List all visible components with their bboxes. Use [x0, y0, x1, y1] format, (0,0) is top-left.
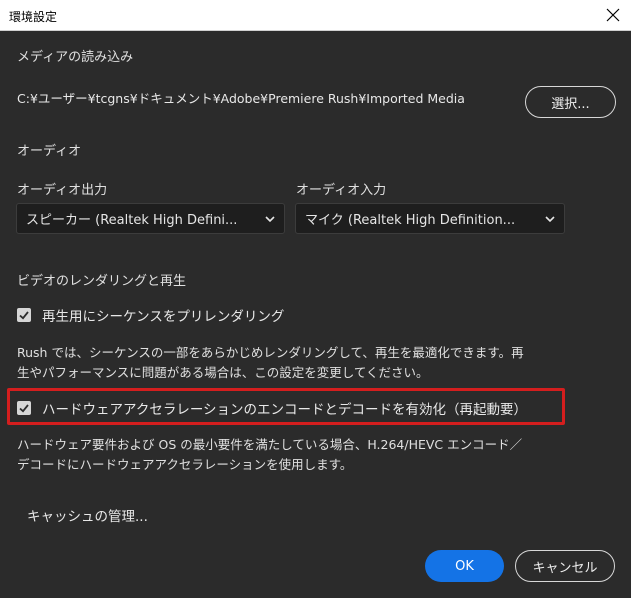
- audio-input-value: マイク (Realtek High Definition...: [305, 213, 516, 228]
- audio-output-value: スピーカー (Realtek High Defini...: [26, 213, 238, 228]
- checkmark-icon: [19, 404, 29, 413]
- hw-acceleration-option[interactable]: ハードウェアアクセラレーションのエンコードとデコードを有効化（再起動要）: [17, 398, 527, 418]
- hw-acceleration-description: ハードウェア要件および OS の最小要件を満たしている場合、H.264/HEVC…: [17, 435, 522, 475]
- chevron-down-icon: [265, 216, 275, 223]
- audio-heading: オーディオ: [17, 144, 82, 159]
- manage-cache-button[interactable]: キャッシュの管理...: [27, 505, 148, 525]
- hw-desc-line1: ハードウェア要件および OS の最小要件を満たしている場合、H.264/HEVC…: [17, 437, 523, 452]
- prerender-desc-line2: 生やパフォーマンスに問題がある場合は、この設定を変更してください。: [17, 365, 429, 380]
- browse-button[interactable]: 選択...: [525, 86, 616, 118]
- prerender-description: Rush では、シーケンスの一部をあらかじめレンダリングして、再生を最適化できま…: [17, 343, 524, 383]
- chevron-down-icon: [545, 216, 555, 223]
- hw-acceleration-label: ハードウェアアクセラレーションのエンコードとデコードを有効化（再起動要）: [42, 402, 528, 418]
- prerender-desc-line1: Rush では、シーケンスの一部をあらかじめレンダリングして、再生を最適化できま…: [17, 345, 524, 360]
- audio-output-dropdown[interactable]: スピーカー (Realtek High Defini...: [16, 203, 285, 234]
- media-import-path: C:¥ユーザー¥tcgns¥ドキュメント¥Adobe¥Premiere Rush…: [17, 91, 465, 106]
- title-bar: 環境設定: [0, 0, 631, 31]
- preferences-panel: メディアの読み込み C:¥ユーザー¥tcgns¥ドキュメント¥Adobe¥Pre…: [0, 31, 631, 598]
- prerender-option[interactable]: 再生用にシーケンスをプリレンダリング: [17, 305, 284, 325]
- audio-input-label: オーディオ入力: [296, 183, 387, 198]
- checkmark-icon: [19, 311, 29, 320]
- window-title: 環境設定: [9, 10, 58, 24]
- audio-input-dropdown[interactable]: マイク (Realtek High Definition...: [295, 203, 565, 234]
- video-heading: ビデオのレンダリングと再生: [17, 274, 187, 289]
- media-import-heading: メディアの読み込み: [17, 50, 134, 65]
- audio-output-label: オーディオ出力: [17, 183, 108, 198]
- hw-desc-line2: デコードにハードウェアアクセラレーションを使用します。: [17, 457, 353, 472]
- hw-acceleration-checkbox[interactable]: [17, 401, 31, 415]
- close-icon[interactable]: [601, 4, 625, 26]
- cancel-button[interactable]: キャンセル: [515, 550, 615, 582]
- prerender-checkbox[interactable]: [17, 308, 31, 322]
- ok-button[interactable]: OK: [425, 550, 504, 582]
- prerender-label: 再生用にシーケンスをプリレンダリング: [42, 309, 285, 325]
